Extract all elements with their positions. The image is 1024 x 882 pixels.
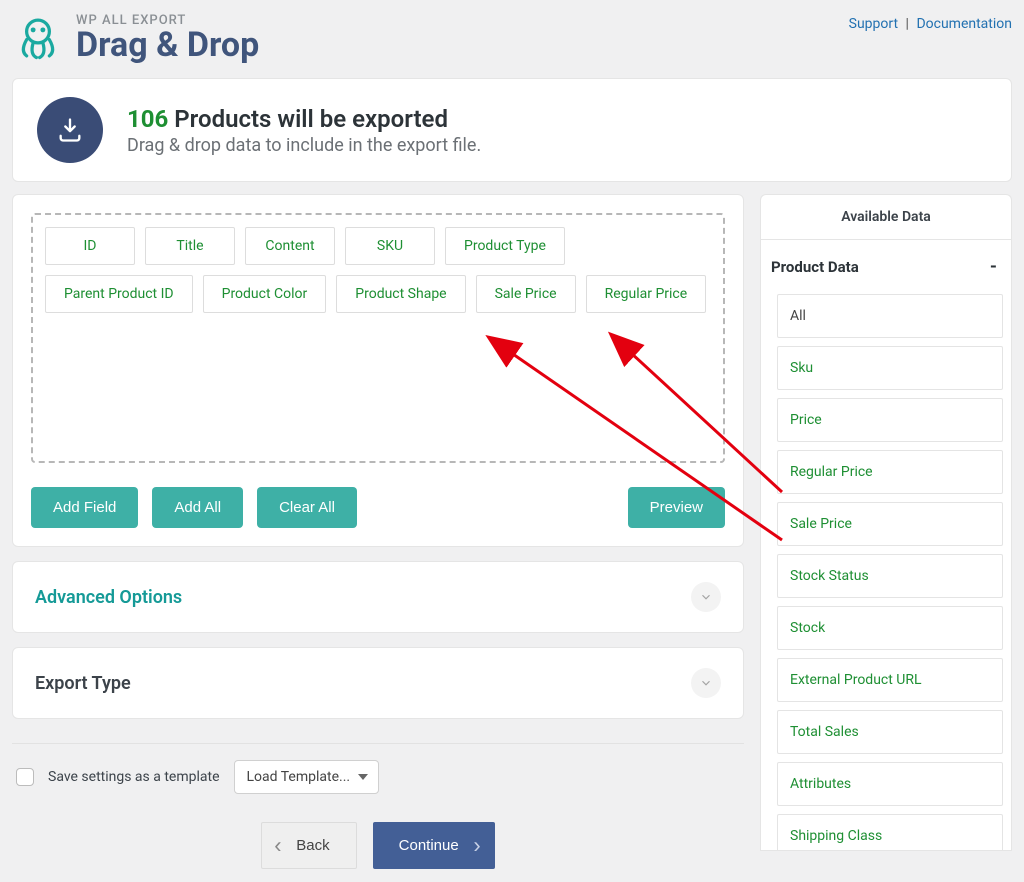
back-button[interactable]: Back [261, 822, 356, 869]
clear-all-button[interactable]: Clear All [257, 487, 357, 528]
field-chip[interactable]: Product Color [203, 275, 327, 313]
available-item[interactable]: Sku [777, 346, 1003, 390]
available-item[interactable]: Stock Status [777, 554, 1003, 598]
minus-icon: - [990, 256, 997, 277]
field-chip[interactable]: Product Shape [336, 275, 465, 313]
field-builder-card: ID Title Content SKU Product Type Parent… [12, 194, 744, 547]
link-separator: | [902, 16, 913, 32]
continue-button[interactable]: Continue [373, 822, 495, 869]
field-chip[interactable]: SKU [345, 227, 435, 265]
available-item[interactable]: Total Sales [777, 710, 1003, 754]
available-item[interactable]: Shipping Class [777, 814, 1003, 851]
field-chip[interactable]: Content [245, 227, 335, 265]
header-links: Support | Documentation [849, 12, 1012, 32]
export-summary-text: 106 Products will be exported Drag & dro… [127, 105, 481, 156]
available-data-heading: Available Data [760, 194, 1012, 239]
wizard-nav: Back Continue [12, 822, 744, 869]
load-template-select[interactable]: Load Template... [234, 760, 380, 794]
divider [12, 743, 744, 744]
advanced-options-label: Advanced Options [35, 587, 182, 608]
export-count-label: Products will be exported [174, 105, 448, 133]
export-subtitle: Drag & drop data to include in the expor… [127, 135, 481, 156]
available-data-scroll[interactable]: Product Data - All Sku Price Regular Pri… [760, 239, 1012, 851]
field-chip[interactable]: Sale Price [476, 275, 576, 313]
field-chip[interactable]: ID [45, 227, 135, 265]
available-item[interactable]: Sale Price [777, 502, 1003, 546]
available-item[interactable]: Stock [777, 606, 1003, 650]
left-column: ID Title Content SKU Product Type Parent… [12, 194, 744, 875]
available-item[interactable]: Regular Price [777, 450, 1003, 494]
documentation-link[interactable]: Documentation [916, 16, 1012, 32]
octopus-logo-icon [12, 12, 64, 64]
export-count: 106 [127, 105, 168, 133]
add-field-button[interactable]: Add Field [31, 487, 138, 528]
available-item[interactable]: All [777, 294, 1003, 338]
flex-spacer [371, 487, 614, 528]
page-header: WP ALL EXPORT Drag & Drop Support | Docu… [0, 0, 1024, 68]
template-row: Save settings as a template Load Templat… [12, 758, 744, 796]
save-template-checkbox[interactable] [16, 768, 34, 786]
data-group-header[interactable]: Product Data - [769, 242, 1003, 289]
field-chip[interactable]: Parent Product ID [45, 275, 193, 313]
advanced-options-toggle[interactable]: Advanced Options [12, 561, 744, 633]
export-type-toggle[interactable]: Export Type [12, 647, 744, 719]
chevron-down-icon [691, 668, 721, 698]
field-drop-zone[interactable]: ID Title Content SKU Product Type Parent… [31, 213, 725, 463]
available-item[interactable]: Price [777, 398, 1003, 442]
page-title: Drag & Drop [76, 28, 259, 64]
data-group-label: Product Data [771, 258, 859, 276]
builder-actions: Add Field Add All Clear All Preview [31, 487, 725, 528]
chevron-down-icon [691, 582, 721, 612]
title-block: WP ALL EXPORT Drag & Drop [76, 13, 259, 64]
support-link[interactable]: Support [849, 16, 898, 32]
export-type-label: Export Type [35, 673, 131, 694]
field-chip[interactable]: Title [145, 227, 235, 265]
field-chip[interactable]: Regular Price [586, 275, 707, 313]
field-chip[interactable]: Product Type [445, 227, 565, 265]
logo-block: WP ALL EXPORT Drag & Drop [12, 12, 849, 64]
add-all-button[interactable]: Add All [152, 487, 243, 528]
available-item[interactable]: Attributes [777, 762, 1003, 806]
available-data-panel: Available Data Product Data - All Sku Pr… [760, 194, 1012, 875]
main-layout: ID Title Content SKU Product Type Parent… [0, 194, 1024, 875]
export-summary-card: 106 Products will be exported Drag & dro… [12, 78, 1012, 182]
save-template-label: Save settings as a template [48, 769, 220, 785]
available-item[interactable]: External Product URL [777, 658, 1003, 702]
download-icon [37, 97, 103, 163]
preview-button[interactable]: Preview [628, 487, 725, 528]
